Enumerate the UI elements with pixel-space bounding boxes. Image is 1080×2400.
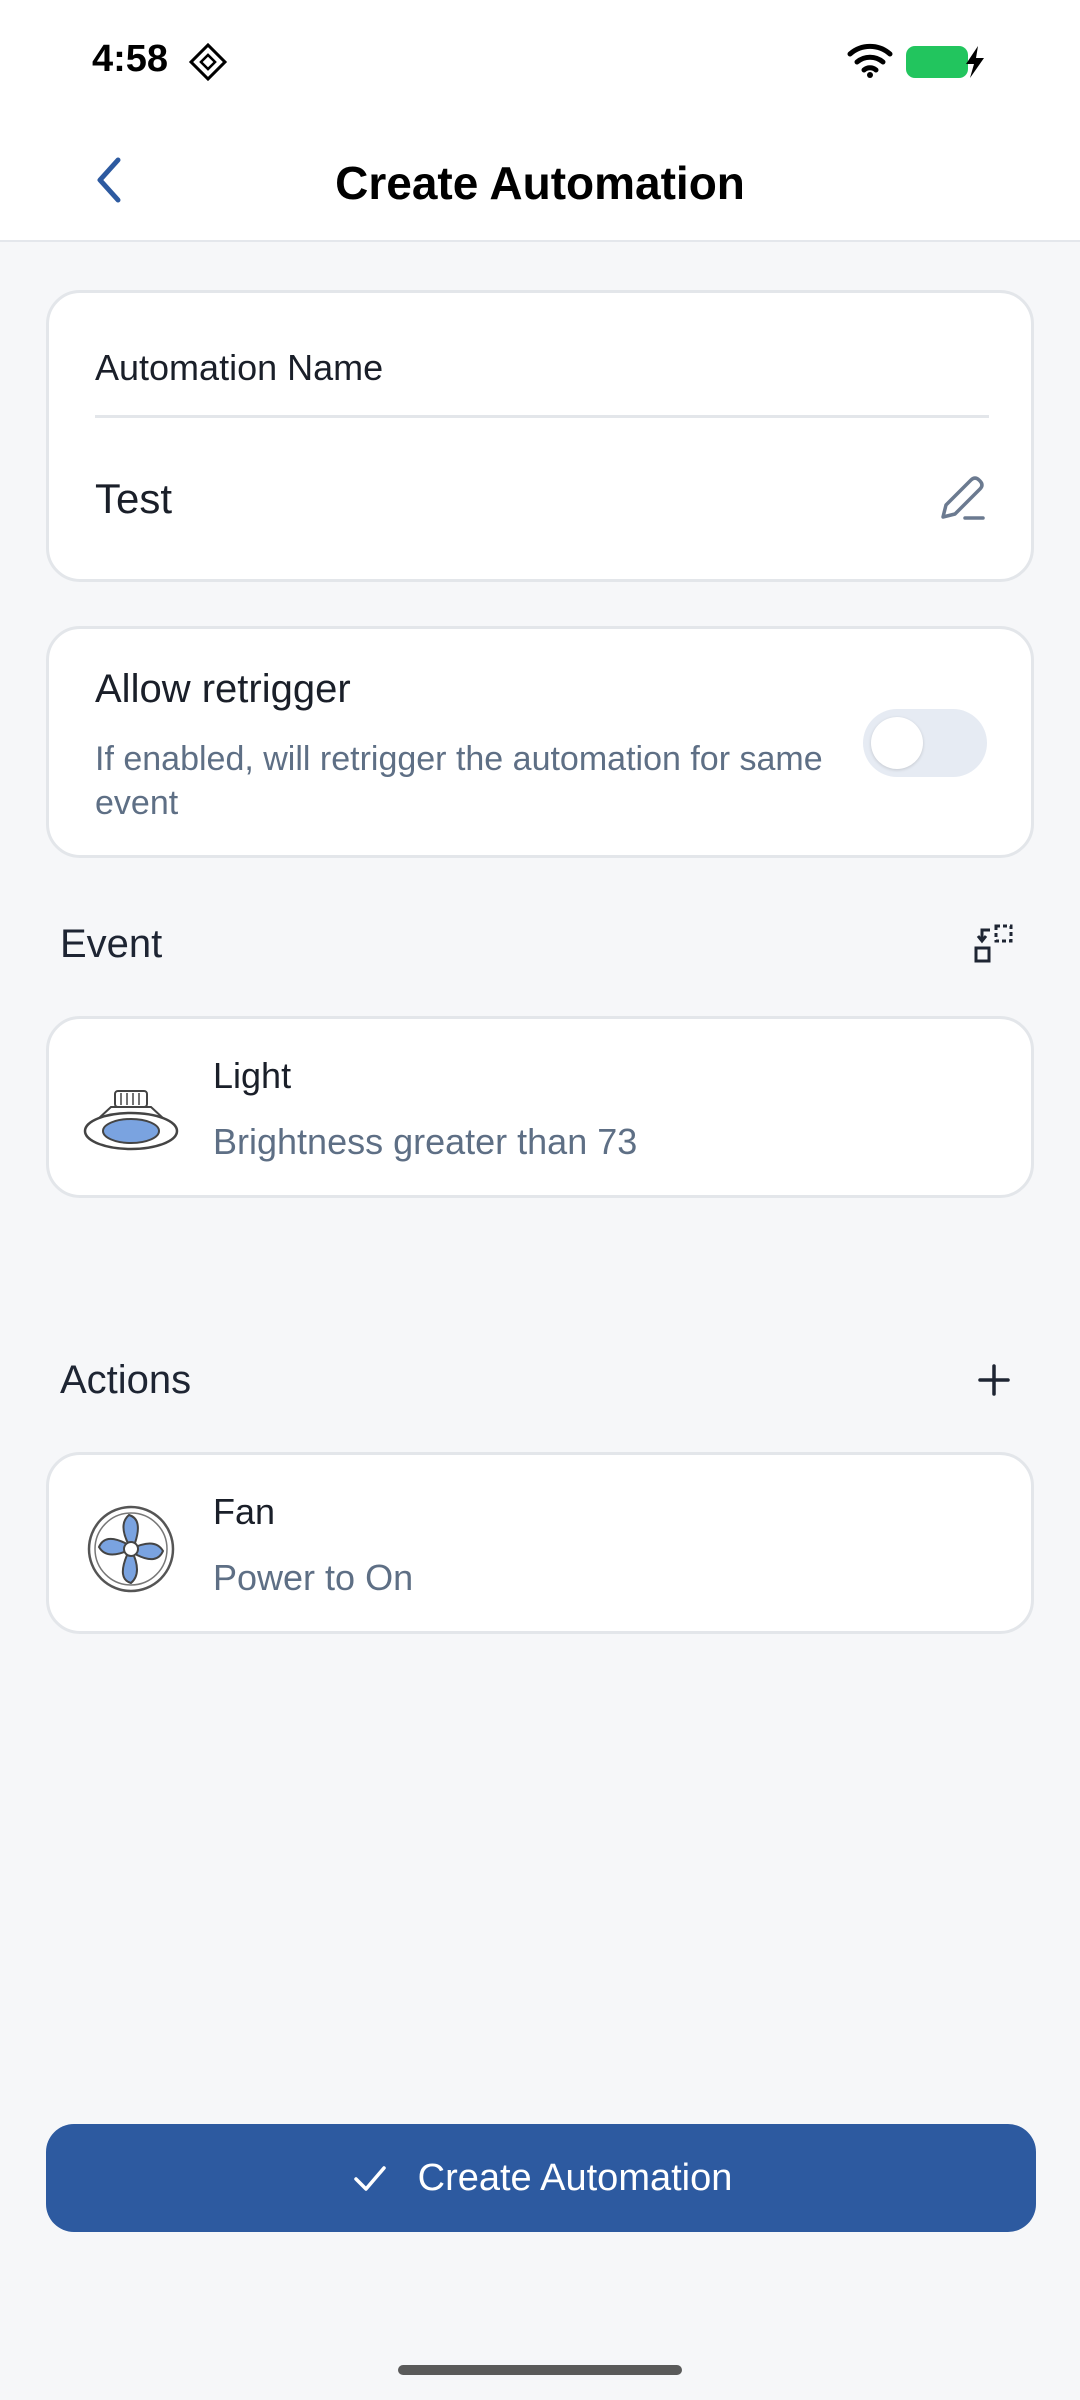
- app-header: Create Automation: [0, 120, 1080, 242]
- plus-icon: [978, 1364, 1010, 1396]
- edit-event-button[interactable]: [966, 916, 1022, 972]
- actions-section-title: Actions: [60, 1358, 192, 1402]
- automation-name-value[interactable]: Test: [95, 475, 172, 523]
- battery-charging-icon: [906, 46, 984, 78]
- toggle-knob: [871, 717, 923, 769]
- status-time: 4:58: [92, 38, 169, 80]
- retrigger-toggle[interactable]: [863, 709, 987, 777]
- retrigger-description: If enabled, will retrigger the automatio…: [95, 740, 823, 822]
- edit-name-button[interactable]: [933, 471, 989, 527]
- pencil-icon: [941, 476, 985, 520]
- replace-icon: [974, 924, 1013, 963]
- automation-name-card: Automation Name Test: [46, 290, 1034, 582]
- automation-name-label: Automation Name: [95, 347, 384, 388]
- action-item-card[interactable]: Fan Power to On: [46, 1452, 1034, 1634]
- event-device-name: Light: [213, 1055, 292, 1096]
- fan-icon: [87, 1505, 175, 1593]
- app-notification-icon: [188, 42, 228, 82]
- event-condition: Brightness greater than 73: [213, 1121, 638, 1162]
- wifi-icon: [847, 43, 893, 78]
- home-indicator[interactable]: [398, 2365, 682, 2375]
- action-device-name: Fan: [213, 1491, 276, 1532]
- screen: 4:58 Create Automation Automation Name T…: [0, 0, 1080, 2400]
- checkmark-icon: [353, 2166, 386, 2191]
- create-automation-label: Create Automation: [417, 2156, 733, 2199]
- retrigger-title: Allow retrigger: [95, 667, 351, 711]
- status-bar: 4:58: [0, 0, 1080, 120]
- add-action-button[interactable]: [966, 1352, 1022, 1408]
- light-icon: [83, 1090, 179, 1151]
- action-description: Power to On: [213, 1557, 414, 1598]
- page-title: Create Automation: [335, 157, 745, 209]
- divider: [95, 415, 989, 418]
- event-item-card[interactable]: Light Brightness greater than 73: [46, 1016, 1034, 1198]
- retrigger-card: Allow retrigger If enabled, will retrigg…: [46, 626, 1034, 858]
- event-section-title: Event: [60, 922, 163, 966]
- create-automation-button[interactable]: Create Automation: [46, 2124, 1036, 2232]
